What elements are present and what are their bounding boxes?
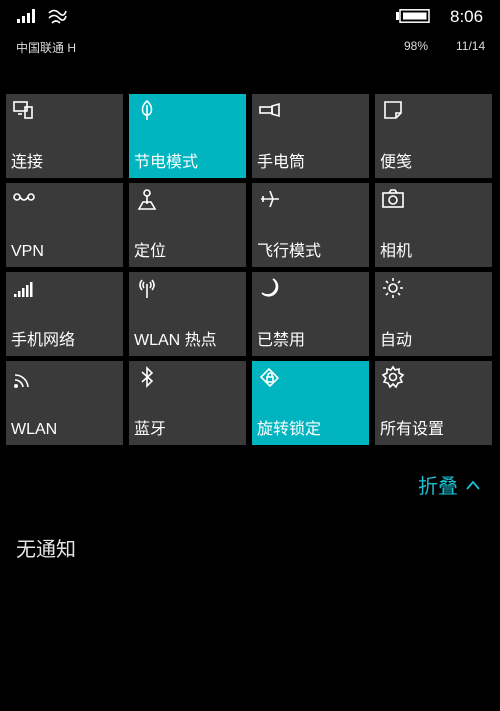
tile-label: 相机: [380, 243, 413, 260]
connect-icon: [12, 98, 36, 122]
tile-label: 已禁用: [257, 332, 306, 349]
tile-label: 便笺: [380, 154, 413, 171]
clock: 8:06: [450, 7, 484, 26]
wlan-icon: [12, 365, 36, 389]
moon-icon: [258, 276, 282, 300]
tile-note[interactable]: 便笺: [375, 94, 492, 178]
tile-label: 所有设置: [380, 421, 445, 438]
tile-quiet-hours[interactable]: 已禁用: [252, 272, 369, 356]
tile-label: 节电模式: [134, 154, 199, 171]
no-notifications-text: 无通知: [16, 539, 76, 561]
tile-airplane[interactable]: 飞行模式: [252, 183, 369, 267]
vpn-icon: [12, 187, 36, 211]
status-bar: 8:06: [0, 0, 500, 36]
hotspot-icon: [135, 276, 159, 300]
settings-icon: [381, 365, 405, 389]
tile-wlan[interactable]: WLAN: [6, 361, 123, 445]
collapse-label: 折叠: [418, 475, 458, 498]
brightness-icon: [381, 276, 405, 300]
tile-battery-saver[interactable]: 节电模式: [129, 94, 246, 178]
wifi-icon: [46, 7, 68, 25]
cellular-icon: [12, 276, 36, 300]
tile-connect[interactable]: 连接: [6, 94, 123, 178]
tile-label: WLAN 热点: [134, 332, 217, 349]
flashlight-icon: [258, 98, 282, 122]
carrier-name: 中国联通 H: [16, 41, 77, 55]
chevron-up-icon: [466, 473, 480, 496]
tile-all-settings[interactable]: 所有设置: [375, 361, 492, 445]
tile-label: 蓝牙: [134, 421, 167, 438]
tile-vpn[interactable]: VPN: [6, 183, 123, 267]
date: 11/14: [456, 39, 486, 53]
tile-brightness[interactable]: 自动: [375, 272, 492, 356]
tile-label: 定位: [134, 243, 167, 260]
tile-label: 连接: [11, 154, 44, 171]
tile-label: 飞行模式: [257, 243, 322, 260]
note-icon: [381, 98, 405, 122]
tile-hotspot[interactable]: WLAN 热点: [129, 272, 246, 356]
camera-icon: [381, 187, 405, 211]
tile-label: 旋转锁定: [257, 421, 322, 438]
tile-label: WLAN: [11, 421, 58, 438]
bluetooth-icon: [135, 365, 159, 389]
leaf-icon: [135, 98, 159, 122]
tile-label: 自动: [380, 332, 413, 349]
location-icon: [135, 187, 159, 211]
signal-bars-icon: [17, 9, 39, 23]
tile-label: VPN: [11, 243, 44, 260]
rotation-lock-icon: [258, 365, 282, 389]
tile-location[interactable]: 定位: [129, 183, 246, 267]
tile-cellular[interactable]: 手机网络: [6, 272, 123, 356]
tile-bluetooth[interactable]: 蓝牙: [129, 361, 246, 445]
tile-camera[interactable]: 相机: [375, 183, 492, 267]
collapse-button[interactable]: 折叠: [418, 470, 480, 498]
tile-flashlight[interactable]: 手电筒: [252, 94, 369, 178]
battery-icon: [396, 9, 430, 23]
battery-percent: 98%: [404, 39, 429, 53]
tile-label: 手电筒: [257, 154, 306, 171]
tile-label: 手机网络: [11, 332, 76, 349]
info-bar: 中国联通 H 98% 11/14: [0, 39, 500, 57]
tile-rotation-lock[interactable]: 旋转锁定: [252, 361, 369, 445]
airplane-icon: [258, 187, 282, 211]
